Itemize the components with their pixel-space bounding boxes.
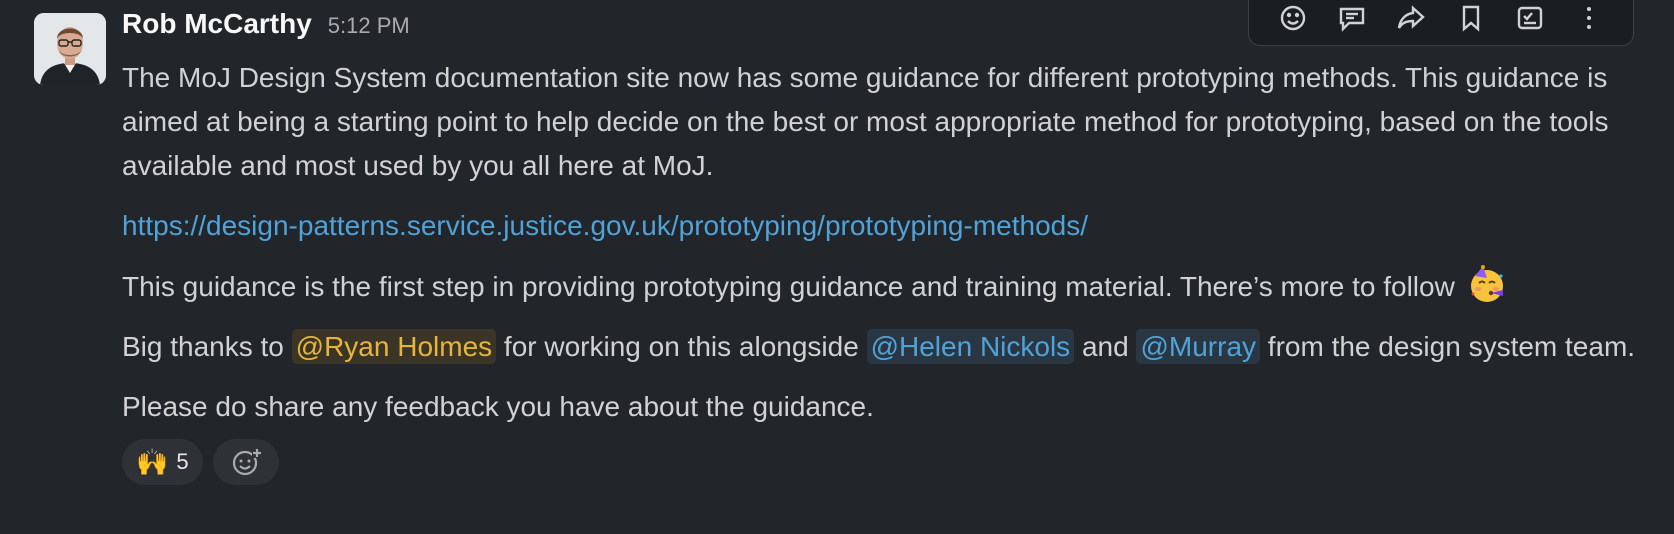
paragraph-text: This guidance is the first step in provi… <box>122 271 1455 302</box>
reaction-count: 5 <box>176 449 189 474</box>
message-paragraph: The MoJ Design System documentation site… <box>122 62 1609 181</box>
message: Rob McCarthy 5:12 PM The MoJ Design Syst… <box>0 0 1674 534</box>
avatar[interactable] <box>34 13 106 85</box>
reply-thread-icon[interactable] <box>1332 0 1372 38</box>
add-to-list-icon[interactable] <box>1510 0 1550 38</box>
paragraph-text: for working on this alongside <box>496 331 867 362</box>
timestamp[interactable]: 5:12 PM <box>328 13 410 39</box>
add-reaction-button[interactable] <box>212 439 279 485</box>
raised-hands-icon: 🙌 <box>136 446 169 477</box>
message-paragraph: This guidance is the first step in provi… <box>122 264 1642 309</box>
message-content: Rob McCarthy 5:12 PM The MoJ Design Syst… <box>122 8 1642 485</box>
paragraph-text: and <box>1074 331 1137 362</box>
share-icon[interactable] <box>1391 0 1431 38</box>
more-actions-icon[interactable] <box>1569 0 1609 38</box>
message-paragraph: Please do share any feedback you have ab… <box>122 391 874 422</box>
message-paragraph: Big thanks to @Ryan Holmes for working o… <box>122 325 1642 369</box>
paragraph-text: Big thanks to <box>122 331 292 362</box>
paragraph-text: from the design system team. <box>1260 331 1636 362</box>
add-reaction-icon[interactable] <box>1273 0 1313 38</box>
bookmark-icon[interactable] <box>1451 0 1491 38</box>
mention-ryan-holmes[interactable]: @Ryan Holmes <box>291 329 497 364</box>
message-paragraph: https://design-patterns.service.justice.… <box>122 204 1642 248</box>
guidance-link[interactable]: https://design-patterns.service.justice.… <box>122 210 1088 241</box>
reaction-raised-hands[interactable]: 🙌 5 <box>122 439 203 485</box>
partying-face-icon <box>1467 264 1507 304</box>
mention-helen-nickols[interactable]: @Helen Nickols <box>866 329 1075 364</box>
add-reaction-icon <box>232 448 262 476</box>
mention-murray[interactable]: @Murray <box>1136 329 1261 364</box>
message-actions-toolbar <box>1248 0 1634 46</box>
author-name[interactable]: Rob McCarthy <box>122 8 312 40</box>
reactions-bar: 🙌 5 <box>122 439 1642 485</box>
